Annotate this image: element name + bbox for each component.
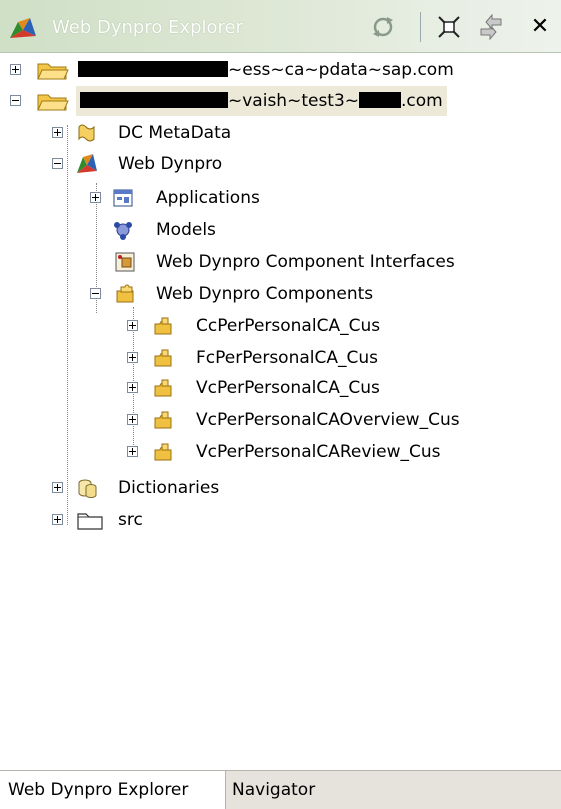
applications-icon [113, 189, 133, 207]
folder-icon [77, 513, 103, 530]
view-title: Web Dynpro Explorer [52, 17, 243, 38]
expand-toggle[interactable] [52, 127, 63, 138]
tree-label: VcPerPersonalCAOverview_Cus [196, 410, 460, 430]
component-interfaces-icon [115, 252, 135, 272]
expand-toggle[interactable] [52, 514, 63, 525]
component-icon [154, 317, 172, 335]
tree-row-component[interactable]: VcPerPersonalCAOverview_Cus [0, 405, 561, 435]
components-icon [116, 284, 134, 303]
tree-label: src [118, 510, 143, 530]
tree-label: Web Dynpro [118, 154, 223, 174]
component-icon [154, 411, 172, 429]
tree-label: VcPerPersonalCA_Cus [196, 378, 380, 398]
tree-label: Dictionaries [118, 478, 220, 498]
component-icon [154, 349, 172, 367]
tree-row-project-test3[interactable]: ~vaish~test3~ .com [0, 86, 455, 116]
tree-row-component[interactable]: CcPerPersonalCA_Cus [0, 311, 561, 341]
expand-toggle[interactable] [127, 352, 138, 363]
toolbar-separator [420, 12, 421, 42]
tree-row-applications[interactable]: Applications [0, 183, 561, 213]
tree-row-dc-metadata[interactable]: DC MetaData [0, 118, 561, 148]
close-icon[interactable]: ✕ [527, 14, 553, 40]
tree-row-component[interactable]: VcPerPersonalCAReview_Cus [0, 437, 561, 467]
tree-row-models[interactable]: Models [0, 215, 561, 245]
tree-row-component-interfaces[interactable]: Web Dynpro Component Interfaces [0, 247, 561, 277]
tree-label: ~vaish~test3~ .com [76, 86, 447, 116]
tree-label: FcPerPersonalCA_Cus [196, 348, 378, 368]
redacted-text [78, 60, 228, 77]
tree-label: Web Dynpro Components [156, 284, 374, 304]
collapse-toggle[interactable] [90, 288, 101, 299]
tree-row-component[interactable]: FcPerPersonalCA_Cus [0, 343, 561, 373]
tree-label: VcPerPersonalCAReview_Cus [196, 442, 441, 462]
tree-row-component[interactable]: VcPerPersonalCA_Cus [0, 373, 561, 403]
link-with-editor-icon[interactable] [478, 14, 504, 40]
tree-label: ~ess~ca~pdata~sap.com [78, 55, 454, 85]
project-tree: ~ess~ca~pdata~sap.com ~vaish~test3~ .com … [0, 55, 561, 595]
open-folder-icon [37, 63, 69, 80]
tree-label: Web Dynpro Component Interfaces [156, 252, 455, 272]
component-icon [154, 379, 172, 397]
expand-toggle[interactable] [127, 414, 138, 425]
collapse-toggle[interactable] [10, 95, 21, 106]
collapse-toggle[interactable] [52, 158, 63, 169]
component-icon [154, 443, 172, 461]
tree-row-project-ess[interactable]: ~ess~ca~pdata~sap.com [0, 55, 561, 85]
expand-toggle[interactable] [90, 192, 101, 203]
redacted-text [80, 91, 228, 108]
models-icon [114, 222, 132, 240]
tab-navigator[interactable]: Navigator [232, 771, 352, 809]
web-dynpro-icon [10, 18, 36, 38]
tree-row-dictionaries[interactable]: Dictionaries [0, 473, 561, 503]
open-folder-icon [37, 94, 69, 111]
expand-toggle[interactable] [127, 446, 138, 457]
sync-icon[interactable] [370, 14, 396, 40]
tree-row-components[interactable]: Web Dynpro Components [0, 279, 561, 309]
tab-web-dynpro-explorer[interactable]: Web Dynpro Explorer [0, 771, 226, 809]
tree-label: Models [156, 220, 216, 240]
expand-toggle[interactable] [10, 64, 21, 75]
expand-toggle[interactable] [52, 482, 63, 493]
collapse-all-icon[interactable] [436, 14, 462, 40]
tree-row-src[interactable]: src [0, 505, 561, 535]
tree-label: DC MetaData [118, 123, 232, 143]
expand-toggle[interactable] [127, 320, 138, 331]
view-titlebar: Web Dynpro Explorer ✕ [0, 0, 561, 53]
expand-toggle[interactable] [127, 382, 138, 393]
web-dynpro-icon [77, 154, 97, 173]
dictionaries-icon [78, 479, 97, 498]
tree-label: Applications [156, 188, 260, 208]
dc-metadata-icon [78, 124, 95, 142]
tree-label: CcPerPersonalCA_Cus [196, 316, 381, 336]
tree-row-web-dynpro[interactable]: Web Dynpro [0, 149, 561, 179]
view-tabs: Web Dynpro Explorer Navigator [0, 770, 561, 809]
redacted-text [359, 91, 402, 108]
